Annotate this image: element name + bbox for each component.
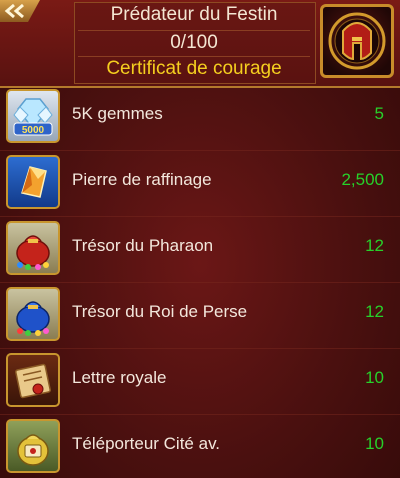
red-treasure-bag-icon	[16, 235, 50, 270]
reward-panel: Prédateur du Festin 0/100 Certificat de …	[0, 0, 400, 478]
double-arrow-left-icon	[4, 3, 24, 19]
refining-stone-icon	[21, 166, 47, 198]
item-count: 10	[365, 434, 384, 453]
spartan-helmet-icon	[328, 12, 386, 70]
list-item: Téléporteur Cité av. 10	[0, 414, 400, 478]
list-item: Trésor du Roi de Perse 12	[0, 282, 400, 349]
royal-letter-icon	[15, 363, 51, 399]
gems-5000-icon: 5000	[13, 98, 53, 136]
item-icon-frame	[6, 353, 60, 407]
item-icon-frame	[6, 287, 60, 341]
item-icon-frame	[6, 221, 60, 275]
back-button[interactable]	[0, 0, 40, 22]
item-icon-frame: 5000	[6, 89, 60, 143]
list-item: Trésor du Pharaon 12	[0, 216, 400, 283]
item-icon-frame	[6, 419, 60, 473]
item-name: Trésor du Pharaon	[72, 236, 214, 255]
achievement-title: Prédateur du Festin	[110, 4, 278, 25]
item-name: Trésor du Roi de Perse	[72, 302, 248, 321]
emblem-badge	[320, 4, 394, 78]
header: Prédateur du Festin 0/100 Certificat de …	[0, 0, 400, 88]
item-name: Pierre de raffinage	[72, 170, 212, 189]
item-name: Téléporteur Cité av.	[72, 434, 221, 453]
item-name: Lettre royale	[72, 368, 167, 387]
item-count: 12	[365, 302, 384, 321]
achievement-subtitle: Certificat de courage	[106, 58, 282, 79]
teleporter-bag-icon	[17, 434, 49, 466]
achievement-progress: 0/100	[170, 32, 218, 53]
item-count: 2,500	[341, 170, 384, 189]
blue-treasure-bag-icon	[16, 301, 50, 336]
list-item: 5000 5K gemmes 5	[0, 84, 400, 151]
item-icon-frame	[6, 155, 60, 209]
svg-text:5000: 5000	[22, 125, 45, 136]
item-count: 5	[374, 104, 384, 123]
item-count: 12	[365, 236, 384, 255]
item-count: 10	[365, 368, 384, 387]
progress-divider	[78, 56, 310, 57]
list-item: Lettre royale 10	[0, 348, 400, 415]
item-name: 5K gemmes	[72, 104, 163, 123]
list-item: Pierre de raffinage 2,500	[0, 150, 400, 217]
title-divider	[78, 30, 310, 31]
